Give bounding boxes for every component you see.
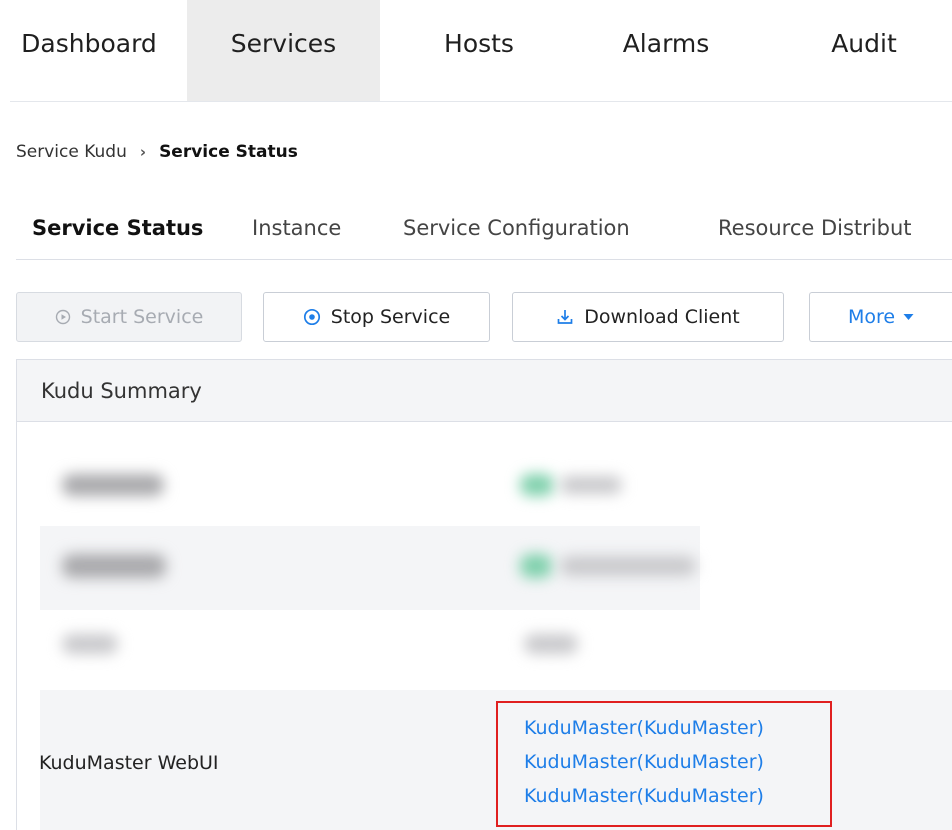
tab-service-configuration[interactable]: Service Configuration [403,205,630,257]
play-circle-icon [55,309,71,325]
breadcrumb: Service Kudu › Service Status [16,137,298,167]
service-tabs: Service Status Instance Service Configur… [16,205,952,257]
webui-label: KuduMaster WebUI [39,752,219,774]
panel-title: Kudu Summary [17,360,952,422]
more-button[interactable]: More [809,292,952,342]
summary-row [40,526,700,610]
kudumaster-webui-link[interactable]: KuduMaster(KuduMaster) [524,785,764,807]
tab-service-status[interactable]: Service Status [32,205,203,257]
nav-hosts[interactable]: Hosts [414,0,544,101]
stop-service-button[interactable]: Stop Service [263,292,490,342]
tab-resource-distribution[interactable]: Resource Distribut [718,205,912,257]
breadcrumb-separator-icon: › [139,143,147,161]
redacted-value [560,476,622,494]
download-client-button[interactable]: Download Client [512,292,784,342]
breadcrumb-parent[interactable]: Service Kudu [16,142,127,162]
summary-row [40,422,952,526]
top-navigation: Dashboard Services Hosts Alarms Audit [0,0,952,101]
stop-service-label: Stop Service [330,306,451,328]
redacted-value [560,556,696,576]
topnav-divider [10,101,952,102]
nav-audit[interactable]: Audit [800,0,928,101]
stop-circle-icon [303,308,321,326]
tabs-divider [16,259,952,260]
breadcrumb-current: Service Status [159,142,298,162]
start-service-label: Start Service [80,306,204,328]
nav-services[interactable]: Services [187,0,380,101]
kudumaster-webui-link[interactable]: KuduMaster(KuduMaster) [524,751,764,773]
tab-instance[interactable]: Instance [252,205,341,257]
kudumaster-webui-link[interactable]: KuduMaster(KuduMaster) [524,717,764,739]
redacted-label [62,474,164,496]
redacted-label [62,634,118,654]
redacted-value [524,634,578,654]
download-client-label: Download Client [584,306,740,328]
redacted-status-indicator [520,474,554,496]
redacted-status-indicator [520,554,552,578]
caret-down-icon [903,313,914,321]
redacted-label [62,554,166,578]
more-label: More [847,306,896,328]
nav-alarms[interactable]: Alarms [596,0,736,101]
webui-links-highlight: KuduMaster(KuduMaster) KuduMaster(KuduMa… [496,701,832,827]
download-icon [556,308,574,326]
start-service-button[interactable]: Start Service [16,292,242,342]
summary-row [40,610,700,680]
nav-dashboard[interactable]: Dashboard [0,0,178,101]
